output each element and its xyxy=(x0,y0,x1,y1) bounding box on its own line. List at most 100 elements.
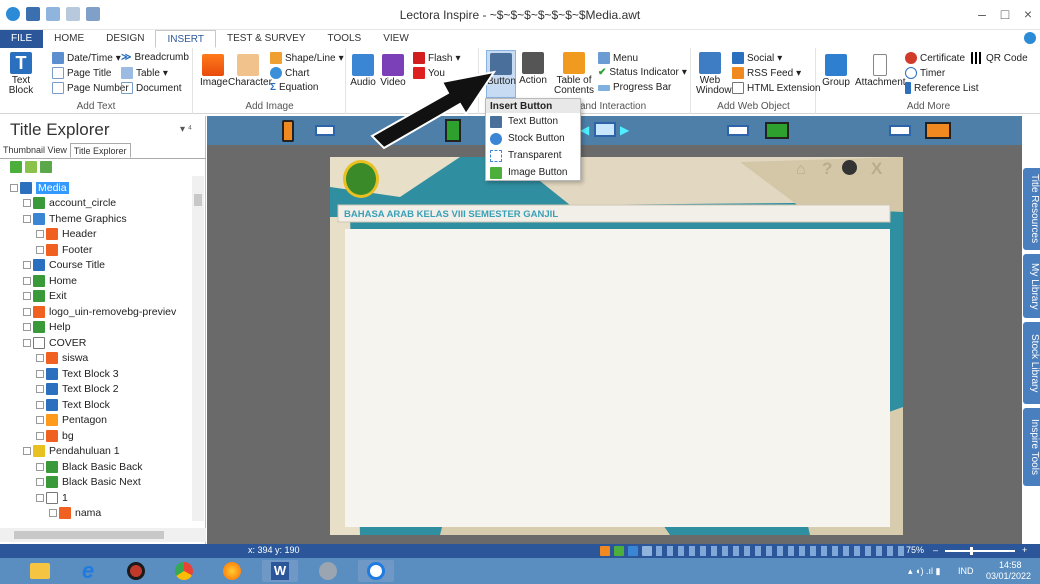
exit-nav-button[interactable]: X xyxy=(871,159,882,179)
dropdown-item-image-button[interactable]: Image Button xyxy=(486,164,580,181)
tree-expander-icon[interactable] xyxy=(23,323,31,331)
qr-code-button[interactable]: QR Code xyxy=(971,52,1028,64)
date-time-button[interactable]: Date/Time ▾ xyxy=(52,52,121,64)
desktop-icon[interactable]: ◀ ▶ xyxy=(580,121,630,139)
language-indicator[interactable]: IND xyxy=(958,566,974,576)
zoom-slider[interactable] xyxy=(945,547,1015,555)
progress-bar-button[interactable]: Progress Bar xyxy=(598,82,671,93)
inspire-tools-tab[interactable]: Inspire Tools xyxy=(1023,408,1040,486)
dropdown-item-text-button[interactable]: Text Button xyxy=(486,113,580,130)
snipping-tool-icon[interactable] xyxy=(310,560,346,582)
tree-item[interactable]: 1 xyxy=(36,490,68,505)
tree-expander-icon[interactable] xyxy=(36,230,44,238)
zoom-in-button[interactable]: + xyxy=(1022,545,1027,555)
tree-item[interactable]: Text Block xyxy=(36,397,110,412)
tree-item[interactable]: Help xyxy=(23,320,71,335)
social-button[interactable]: Social ▾ xyxy=(732,52,782,64)
video-button[interactable]: Video xyxy=(379,54,407,88)
tablet-portrait-icon[interactable] xyxy=(445,119,461,142)
account-circle-icon[interactable] xyxy=(842,160,857,175)
tab-design[interactable]: DESIGN xyxy=(95,30,155,48)
character-button[interactable]: Character xyxy=(228,54,272,88)
tree-horizontal-scrollbar[interactable] xyxy=(0,528,206,542)
minimize-button[interactable]: – xyxy=(972,6,992,22)
tab-title-explorer[interactable]: Title Explorer xyxy=(69,143,131,158)
group-button[interactable]: Group xyxy=(819,54,853,88)
tree-expander-icon[interactable] xyxy=(36,400,44,409)
tree-item[interactable]: account_circle xyxy=(23,196,116,211)
status-tool-icon[interactable] xyxy=(614,546,624,556)
firefox-icon[interactable] xyxy=(214,560,250,582)
tab-file[interactable]: FILE xyxy=(0,30,44,48)
zoom-slider-thumb[interactable] xyxy=(970,547,973,555)
phone-landscape-icon[interactable] xyxy=(315,125,335,136)
scrollbar-thumb[interactable] xyxy=(194,194,202,206)
help-icon[interactable] xyxy=(1024,32,1036,44)
tree-item[interactable]: bg xyxy=(36,428,74,443)
tree-item[interactable]: Pendahuluan 1 xyxy=(23,444,120,459)
tree-expander-icon[interactable] xyxy=(23,292,31,300)
web-window-button[interactable]: Web Window xyxy=(696,52,732,96)
widescreen-blue-icon[interactable] xyxy=(889,125,911,136)
alignment-tools[interactable] xyxy=(656,546,906,556)
tree-expander-icon[interactable] xyxy=(23,276,31,285)
phone-portrait-icon[interactable] xyxy=(282,120,294,142)
tab-thumbnail-view[interactable]: Thumbnail View xyxy=(0,143,70,158)
reference-list-button[interactable]: Reference List xyxy=(905,82,978,94)
image-button[interactable]: Image xyxy=(200,54,228,88)
tree-item[interactable]: Theme Graphics xyxy=(23,211,127,226)
tree-expander-icon[interactable] xyxy=(23,199,31,207)
lectora-icon[interactable] xyxy=(358,560,394,582)
page-stage[interactable]: BAHASA ARAB KELAS VIII SEMESTER GANJIL ⌂… xyxy=(330,157,903,535)
tree-expander-icon[interactable] xyxy=(36,245,44,254)
text-block-button[interactable]: T Text Block xyxy=(4,52,38,96)
tablet-landscape-blue-icon[interactable] xyxy=(727,125,749,136)
tree-expander-icon[interactable] xyxy=(36,493,44,502)
clock-time[interactable]: 14:58 xyxy=(999,560,1022,570)
microsoft-word-icon[interactable]: W xyxy=(262,560,298,582)
action-button[interactable]: Action xyxy=(518,52,548,86)
tree-expander-icon[interactable] xyxy=(23,338,31,347)
tree-item[interactable]: siswa xyxy=(36,351,88,366)
tree-item[interactable]: Media xyxy=(10,180,69,195)
rss-feed-button[interactable]: RSS Feed ▾ xyxy=(732,67,801,79)
tab-view[interactable]: VIEW xyxy=(372,30,420,48)
html-extension-button[interactable]: HTML Extension xyxy=(732,82,821,94)
timer-button[interactable]: Timer xyxy=(905,67,945,79)
collapse-all-icon[interactable] xyxy=(25,161,37,173)
tree-expander-icon[interactable] xyxy=(36,416,44,424)
tree-expander-icon[interactable] xyxy=(36,369,44,378)
panel-pin-button[interactable]: ▾ ⁴ xyxy=(180,124,192,135)
tree-item[interactable]: COVER xyxy=(23,335,86,350)
document-button[interactable]: Document xyxy=(121,82,182,94)
internet-explorer-icon[interactable]: e xyxy=(70,558,106,583)
expand-all-icon[interactable] xyxy=(10,161,22,173)
file-explorer-icon[interactable] xyxy=(22,560,58,582)
tab-home[interactable]: HOME xyxy=(43,30,95,48)
tree-item[interactable]: Black Basic Back xyxy=(36,459,143,474)
phone-wide-icon[interactable] xyxy=(925,122,951,139)
tree-item[interactable]: Home xyxy=(23,273,77,288)
shape-line-button[interactable]: Shape/Line ▾ xyxy=(270,52,344,64)
tree-expander-icon[interactable] xyxy=(23,214,31,223)
status-tool-icon[interactable] xyxy=(600,546,610,556)
tree-expander-icon[interactable] xyxy=(23,261,31,269)
close-button[interactable]: × xyxy=(1018,6,1038,22)
tree-item[interactable]: Text Block 3 xyxy=(36,366,119,381)
stock-library-tab[interactable]: Stock Library xyxy=(1023,322,1040,404)
button-button[interactable]: Button xyxy=(486,50,516,98)
tree-item[interactable]: Header xyxy=(36,227,96,242)
zoom-out-button[interactable]: – xyxy=(933,545,938,555)
status-tool-icon[interactable] xyxy=(628,546,638,556)
tab-test-survey[interactable]: TEST & SURVEY xyxy=(216,30,317,48)
tree-item[interactable]: Text Block 2 xyxy=(36,382,119,397)
tree-expander-icon[interactable] xyxy=(23,447,31,455)
tree-expander-icon[interactable] xyxy=(36,431,44,440)
menu-button[interactable]: Menu xyxy=(598,52,638,64)
my-library-tab[interactable]: My Library xyxy=(1023,254,1040,318)
attachment-button[interactable]: Attachment xyxy=(855,54,906,88)
help-nav-button[interactable]: ? xyxy=(822,159,832,179)
google-chrome-icon[interactable] xyxy=(166,560,202,582)
breadcrumb-button[interactable]: ≫ Breadcrumb xyxy=(121,52,189,63)
tree-item[interactable]: Black Basic Next xyxy=(36,475,141,490)
